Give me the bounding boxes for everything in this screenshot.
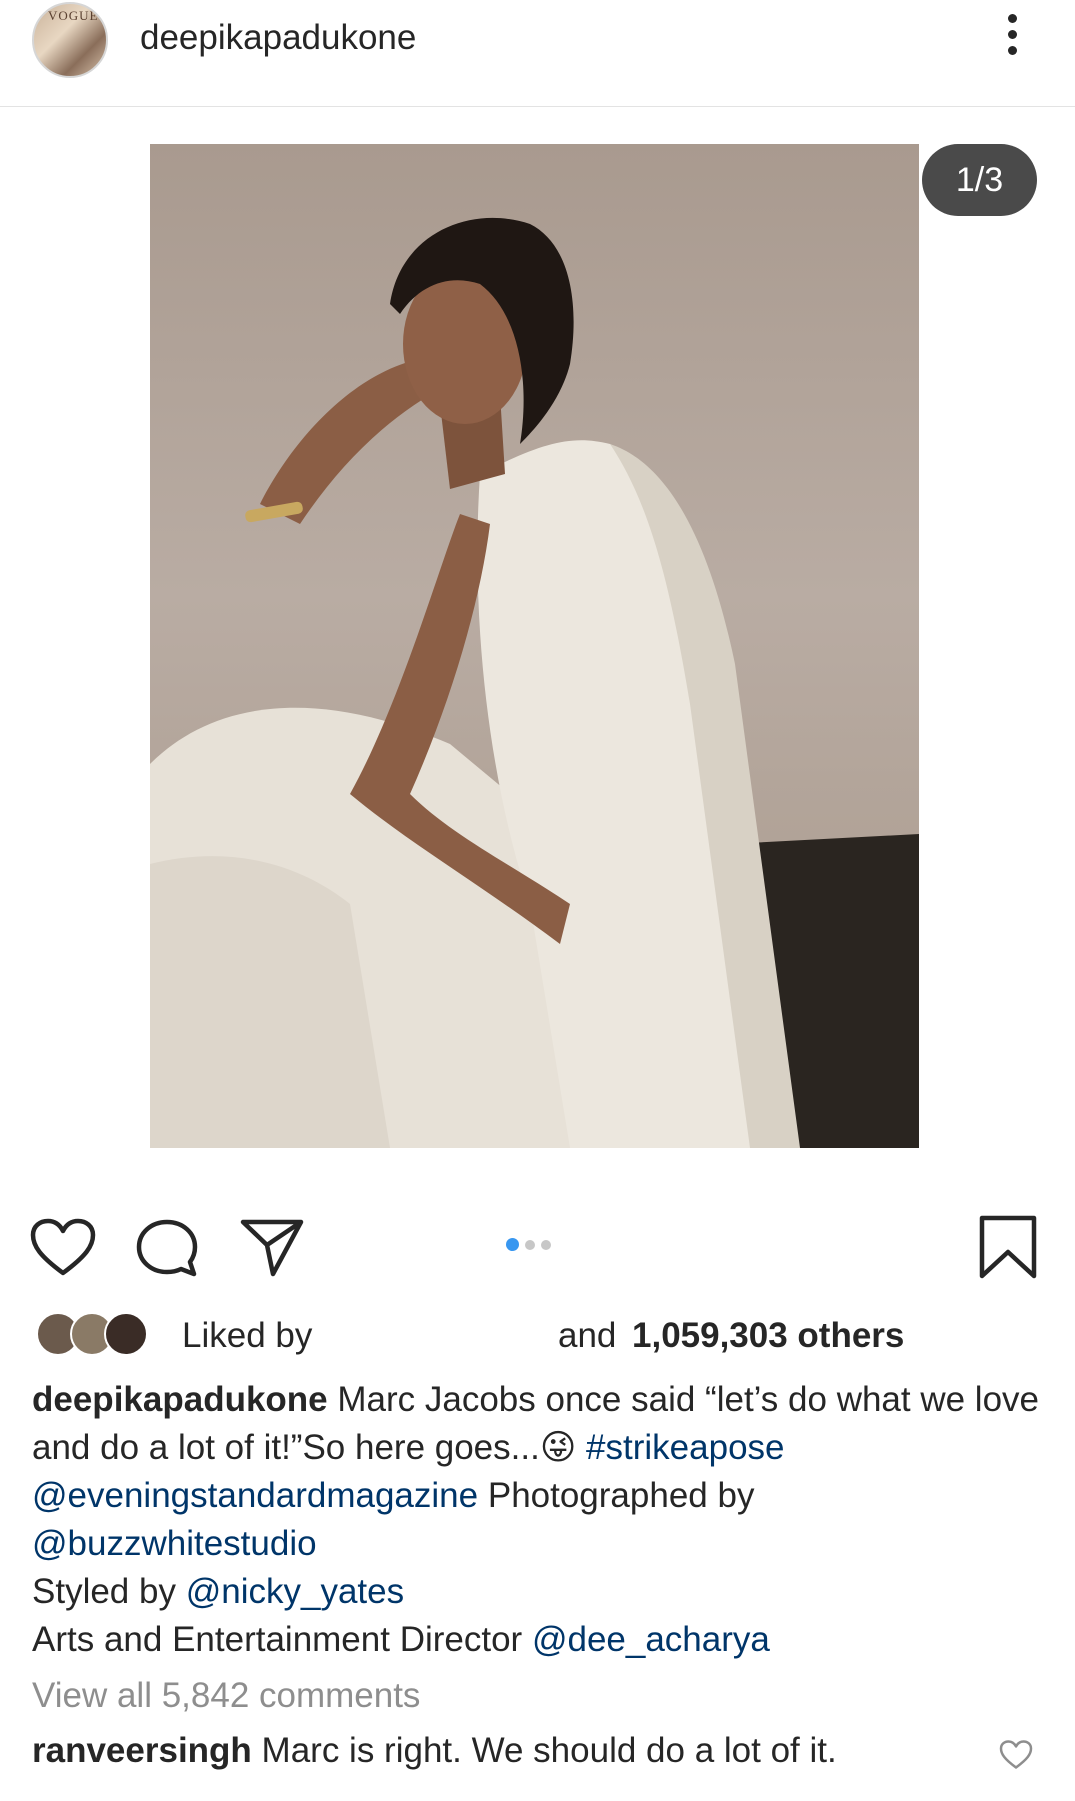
profile-avatar[interactable]: VOGUE [32, 2, 108, 78]
avatar-logo-text: VOGUE [48, 8, 99, 23]
post-header: VOGUE deepikapadukone [0, 0, 1075, 107]
like-count[interactable]: 1,059,303 others [632, 1316, 904, 1356]
likes-summary[interactable]: Liked by and 1,059,303 others [36, 1310, 1036, 1362]
liked-by-redaction [331, 1310, 591, 1362]
carousel-dot-active [506, 1238, 519, 1252]
view-all-comments-link[interactable]: View all 5,842 comments [32, 1676, 420, 1716]
carousel-dot [541, 1239, 551, 1250]
carousel-counter: 1/3 [922, 144, 1037, 216]
top-comment: ranveersingh Marc is right. We should do… [32, 1731, 837, 1771]
comment-username[interactable]: ranveersingh [32, 1731, 252, 1770]
comment-icon[interactable] [136, 1218, 202, 1278]
liker-avatar [104, 1312, 148, 1356]
post-username[interactable]: deepikapadukone [140, 18, 416, 58]
paper-plane-icon[interactable] [240, 1218, 306, 1278]
mention-director[interactable]: @dee_acharya [532, 1620, 770, 1659]
caption-hashtag[interactable]: #strikeapose [586, 1428, 784, 1467]
mention-stylist[interactable]: @nicky_yates [186, 1572, 404, 1611]
carousel-indicator [506, 1236, 557, 1252]
liked-by-and: and [558, 1316, 617, 1355]
post-caption: deepikapadukone Marc Jacobs once said “l… [32, 1376, 1042, 1664]
post-photo[interactable] [150, 144, 919, 1148]
carousel-dot [525, 1239, 535, 1250]
heart-icon[interactable] [30, 1218, 96, 1278]
bookmark-icon[interactable] [978, 1214, 1038, 1280]
caption-username[interactable]: deepikapadukone [32, 1380, 328, 1419]
photographed-by-label: Photographed by [487, 1476, 755, 1515]
mention-studio[interactable]: @buzzwhitestudio [32, 1524, 317, 1563]
liked-by-label: Liked by [182, 1316, 313, 1355]
comment-text: Marc is right. We should do a lot of it. [261, 1731, 837, 1770]
director-label: Arts and Entertainment Director [32, 1620, 523, 1659]
styled-by-label: Styled by [32, 1572, 176, 1611]
mention-magazine[interactable]: @eveningstandardmagazine [32, 1476, 478, 1515]
more-vertical-icon[interactable] [1000, 14, 1024, 64]
comment-like-heart-icon[interactable] [999, 1740, 1033, 1770]
